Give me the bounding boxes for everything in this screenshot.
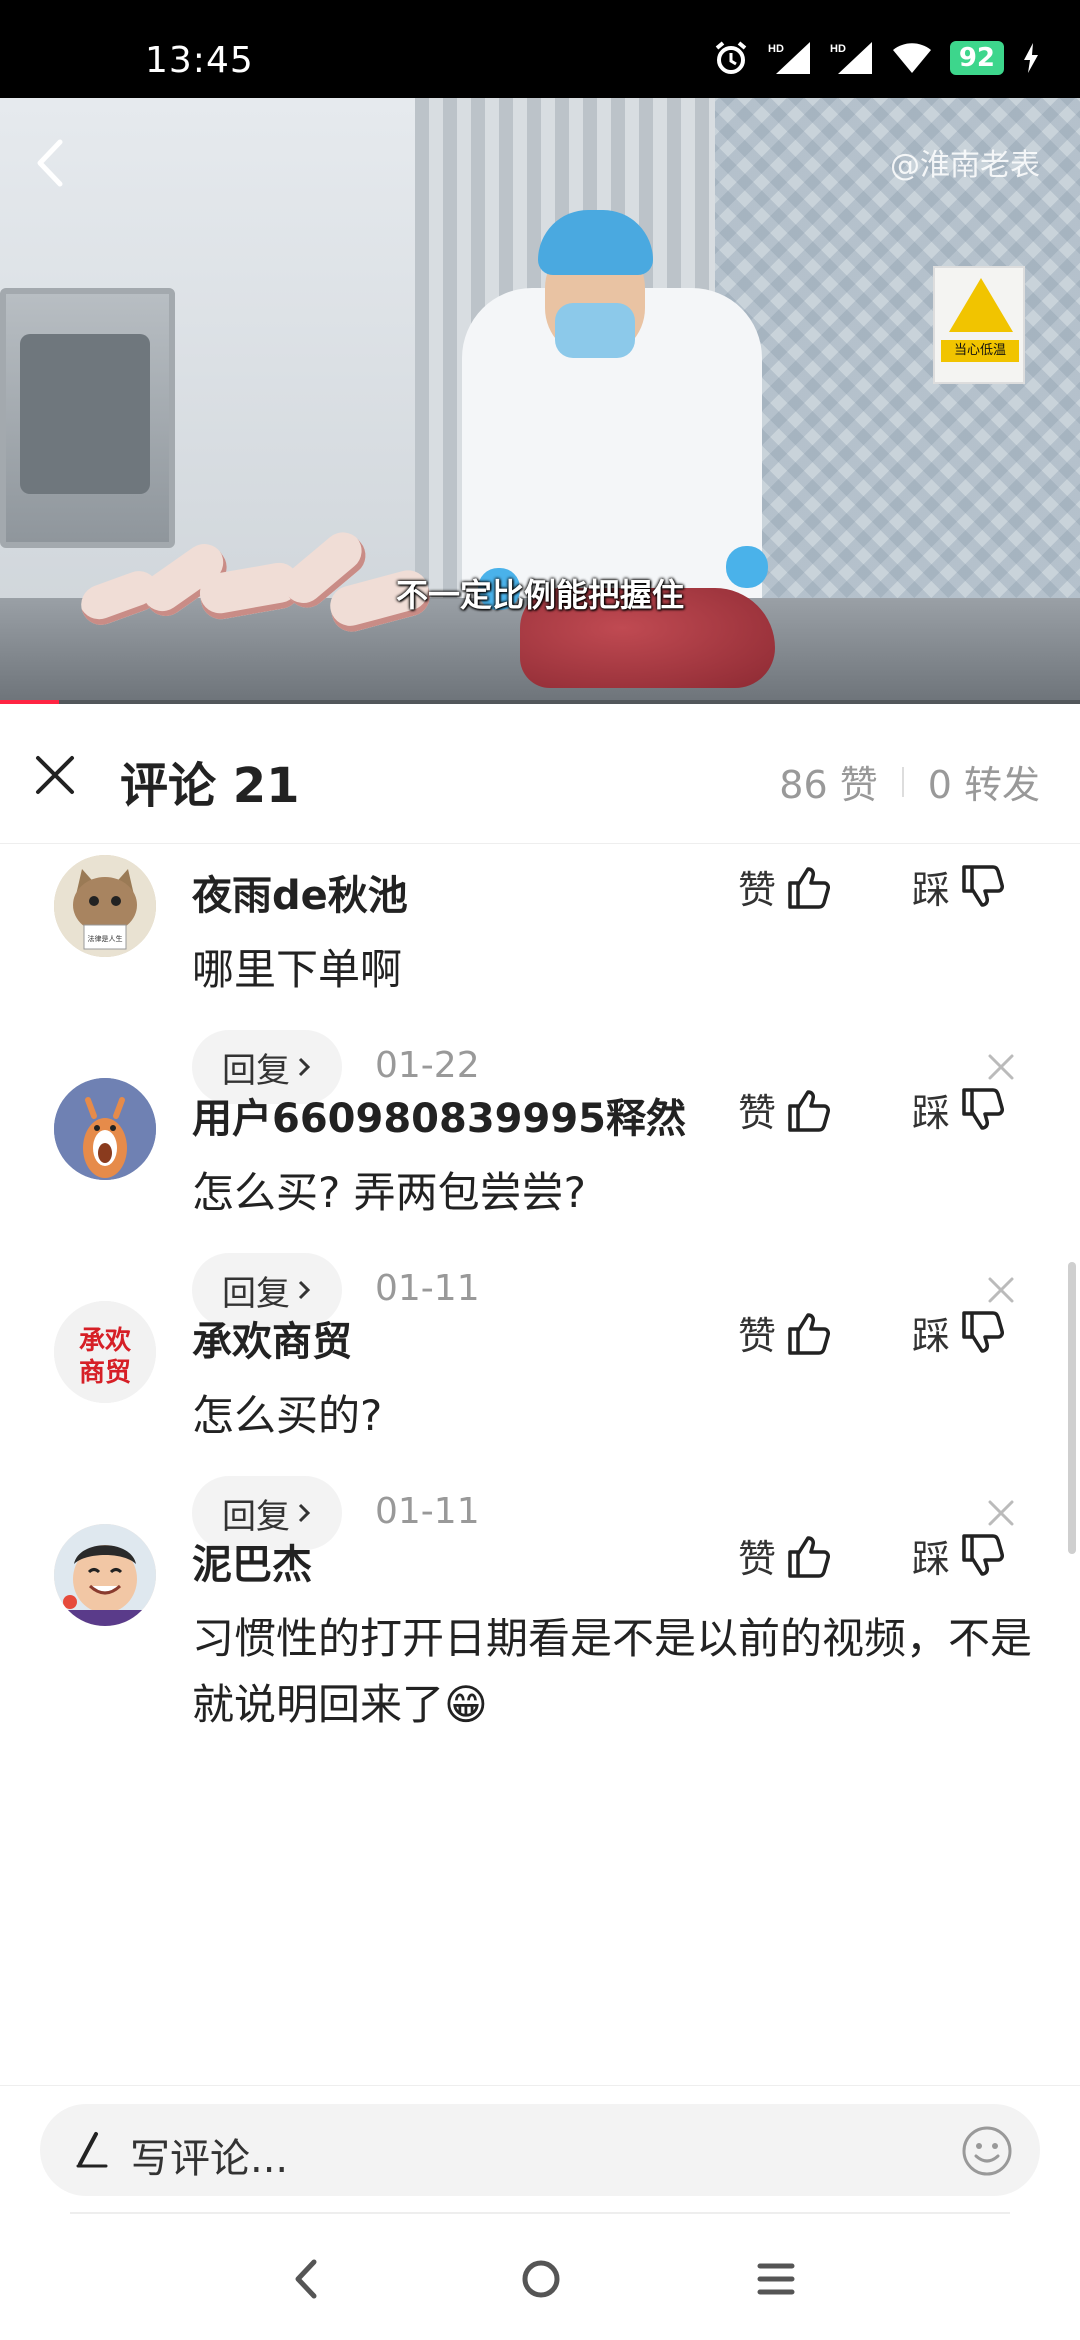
svg-text:商贸: 商贸 <box>79 1357 131 1388</box>
reply-label: 回复 <box>222 1496 290 1537</box>
warning-sign: 当心低温 <box>933 266 1025 384</box>
comment-input-bar: 写评论... <box>0 2085 1080 2215</box>
comment-text: 习惯性的打开日期看是不是以前的视频，不是就说明回来了😁 <box>192 1614 1033 1729</box>
header-stats: 86 赞 0 转发 <box>779 754 1040 809</box>
thumbs-up-icon <box>788 1312 831 1355</box>
dislike-label: 踩 <box>912 1537 951 1581</box>
comment-date: 01-11 <box>375 1268 480 1309</box>
close-icon[interactable] <box>30 750 80 800</box>
dismiss-icon[interactable] <box>985 1274 1017 1306</box>
status-icons: HD HD 92 <box>712 38 1040 78</box>
chevron-right-icon <box>298 1280 311 1300</box>
comment-author[interactable]: 夜雨de秋池 <box>192 863 408 921</box>
comment-input[interactable]: 写评论... <box>40 2104 1040 2196</box>
video-subtitle: 不一定比例能把握住 <box>395 576 684 614</box>
like-button[interactable]: 赞 <box>738 1528 832 1583</box>
video-scene-oven-window <box>20 334 150 494</box>
likes-count: 86 赞 <box>779 763 878 807</box>
svg-text:HD: HD <box>830 43 846 55</box>
status-time: 13:45 <box>145 40 254 81</box>
avatar[interactable]: 承欢 商贸 <box>54 1301 156 1403</box>
nav-menu-icon[interactable] <box>756 2260 796 2298</box>
child-avatar-icon <box>54 1524 156 1626</box>
thumbs-down-icon <box>962 1087 1005 1130</box>
status-bar: 13:45 HD HD 92 <box>0 0 1080 98</box>
like-label: 赞 <box>738 1537 777 1581</box>
comment-text: 怎么买? 弄两包尝尝? <box>192 1168 586 1217</box>
avatar[interactable] <box>54 1078 156 1180</box>
back-arrow-icon[interactable] <box>30 138 70 188</box>
stats-divider <box>901 766 904 797</box>
avatar[interactable]: 法律是人生 <box>54 855 156 957</box>
reply-label: 回复 <box>222 1050 290 1091</box>
comment-author[interactable]: 泥巴杰 <box>192 1532 312 1590</box>
cat-avatar-icon: 法律是人生 <box>54 855 156 957</box>
text-avatar-icon: 承欢 商贸 <box>54 1301 156 1403</box>
comment-text: 哪里下单啊 <box>192 945 403 994</box>
svg-text:承欢: 承欢 <box>79 1326 132 1356</box>
video-scene-mask <box>555 303 635 358</box>
battery-icon: 92 <box>949 41 1004 75</box>
like-button[interactable]: 赞 <box>738 859 832 914</box>
comments-title: 评论 21 <box>120 758 300 814</box>
warning-sign-triangle <box>949 278 1013 332</box>
comment-list[interactable]: 法律是人生 夜雨de秋池 赞 踩 哪里下单啊 回复 01-22 用户660980… <box>0 845 1080 2085</box>
wifi-icon <box>892 43 931 73</box>
video-scene-oven <box>0 288 175 548</box>
comments-header: 评论 21 86 赞 0 转发 <box>0 704 1080 844</box>
warning-sign-text: 当心低温 <box>941 340 1019 362</box>
dismiss-icon[interactable] <box>985 1051 1017 1083</box>
avatar[interactable] <box>54 1524 156 1626</box>
comment-date: 01-22 <box>375 1045 480 1086</box>
system-nav-bar <box>0 2218 1080 2340</box>
like-label: 赞 <box>738 868 777 912</box>
dislike-label: 踩 <box>912 1091 951 1135</box>
dislike-label: 踩 <box>912 1314 951 1358</box>
pen-icon <box>76 2132 108 2168</box>
cartoon-avatar-icon <box>54 1078 156 1180</box>
like-label: 赞 <box>738 1091 777 1135</box>
divider <box>70 2212 1010 2214</box>
like-label: 赞 <box>738 1314 777 1358</box>
comment-author[interactable]: 用户660980839995释然 <box>192 1086 686 1144</box>
nav-back-icon[interactable] <box>288 2256 324 2302</box>
shares-count: 0 转发 <box>927 763 1040 807</box>
like-button[interactable]: 赞 <box>738 1082 832 1137</box>
scrollbar[interactable] <box>1068 1262 1076 1554</box>
thumbs-down-icon <box>962 1310 1005 1353</box>
alarm-icon <box>715 41 747 74</box>
svg-text:HD: HD <box>768 43 784 55</box>
charging-icon <box>1024 43 1038 73</box>
emoji-icon[interactable] <box>960 2124 1014 2178</box>
dislike-button[interactable]: 踩 <box>912 859 1006 914</box>
dislike-label: 踩 <box>912 868 951 912</box>
thumbs-up-icon <box>788 866 831 909</box>
dislike-button[interactable]: 踩 <box>912 1528 1006 1583</box>
thumbs-up-icon <box>788 1089 831 1132</box>
video-watermark: @淮南老表 <box>890 148 1040 183</box>
thumbs-down-icon <box>962 864 1005 907</box>
hd-signal-icon: HD <box>830 42 872 74</box>
dismiss-icon[interactable] <box>985 1497 1017 1529</box>
hd-signal-icon: HD <box>768 42 810 74</box>
svg-text:法律是人生: 法律是人生 <box>88 934 123 943</box>
chevron-right-icon <box>298 1503 311 1523</box>
like-button[interactable]: 赞 <box>738 1305 832 1360</box>
chevron-right-icon <box>298 1057 311 1077</box>
dislike-button[interactable]: 踩 <box>912 1305 1006 1360</box>
reply-label: 回复 <box>222 1273 290 1314</box>
thumbs-up-icon <box>788 1535 831 1578</box>
nav-home-icon[interactable] <box>520 2258 562 2300</box>
thumbs-down-icon <box>962 1533 1005 1576</box>
dislike-button[interactable]: 踩 <box>912 1082 1006 1137</box>
comment-text: 怎么买的? <box>192 1391 383 1440</box>
comment-input-placeholder: 写评论... <box>130 2136 289 2182</box>
comment-author[interactable]: 承欢商贸 <box>192 1309 352 1367</box>
comment-date: 01-11 <box>375 1491 480 1532</box>
